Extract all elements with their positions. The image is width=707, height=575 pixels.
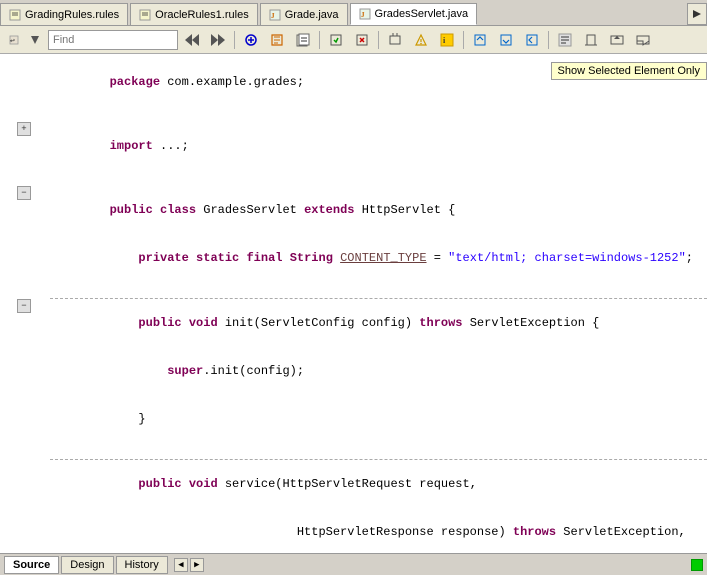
toolbar-btn7[interactable]: [409, 29, 433, 51]
status-tab-design[interactable]: Design: [61, 556, 113, 574]
sep5: [548, 31, 549, 49]
toolbar-btn1[interactable]: [239, 29, 263, 51]
code-line-import: + import ...;: [0, 122, 707, 170]
code-line-empty3: [0, 282, 707, 298]
status-bar: Source Design History ◀ ▶: [0, 553, 707, 575]
toolbar-btn2[interactable]: [265, 29, 289, 51]
code-line-class: − public class GradesServlet extends Htt…: [0, 186, 707, 234]
toolbar-back-btn[interactable]: ↩: [4, 29, 24, 51]
toolbar-btn13[interactable]: [579, 29, 603, 51]
status-tab-source[interactable]: Source: [4, 556, 59, 574]
search-box: [48, 30, 178, 50]
status-tab-source-label: Source: [13, 559, 50, 571]
tooltip-show-selected: Show Selected Element Only: [551, 62, 707, 80]
toolbar-btn5[interactable]: [350, 29, 374, 51]
status-scroll: ◀ ▶: [174, 558, 204, 572]
nav-prev-btn[interactable]: [180, 29, 204, 51]
line-content-e3: [50, 282, 707, 298]
toolbar-btn8[interactable]: i: [435, 29, 459, 51]
line-content-class: public class GradesServlet extends HttpS…: [50, 186, 707, 234]
line-content-init: public void init(ServletConfig config) t…: [50, 299, 707, 347]
line-content-e4: [50, 443, 707, 459]
green-indicator: [691, 559, 703, 571]
svg-text:J: J: [271, 12, 275, 20]
rules-icon: [9, 9, 21, 21]
class-fold-btn[interactable]: −: [17, 186, 31, 200]
status-tab-history-label: History: [125, 559, 159, 571]
svg-text:↩: ↩: [10, 37, 15, 45]
sep2: [319, 31, 320, 49]
gutter-init: −: [0, 299, 50, 313]
java-icon: J: [269, 9, 281, 21]
code-line-empty1: [0, 106, 707, 122]
java-icon2: J: [359, 8, 371, 20]
rules-icon2: [139, 9, 151, 21]
tab-oraclerules[interactable]: OracleRules1.rules: [130, 3, 258, 25]
tab-gradingrules[interactable]: GradingRules.rules: [0, 3, 128, 25]
toolbar-dropdown-btn[interactable]: [26, 29, 44, 51]
code-area: Show Selected Element Only package com.e…: [0, 54, 707, 553]
code-line-empty2: [0, 170, 707, 186]
scroll-left-btn[interactable]: ◀: [174, 558, 188, 572]
tab-grade[interactable]: J Grade.java: [260, 3, 348, 25]
line-content-service1: public void service(HttpServletRequest r…: [50, 460, 707, 508]
tab-gradesservlet[interactable]: J GradesServlet.java: [350, 3, 478, 25]
toolbar-btn12[interactable]: [553, 29, 577, 51]
code-content: Show Selected Element Only package com.e…: [0, 54, 707, 553]
line-content-import: import ...;: [50, 122, 707, 170]
line-content-super: super.init(config);: [50, 347, 707, 395]
status-tab-design-label: Design: [70, 559, 104, 571]
sep4: [463, 31, 464, 49]
status-right: [691, 559, 703, 571]
tab-oraclerules-label: OracleRules1.rules: [155, 9, 249, 21]
code-line-super: super.init(config);: [0, 347, 707, 395]
line-content-e1: [50, 106, 707, 122]
sep3: [378, 31, 379, 49]
svg-text:J: J: [361, 11, 365, 19]
code-line-field: private static final String CONTENT_TYPE…: [0, 234, 707, 282]
tab-scroll-right[interactable]: [687, 3, 707, 25]
line-content-e2: [50, 170, 707, 186]
toolbar-btn15[interactable]: [631, 29, 655, 51]
init-fold-btn[interactable]: −: [17, 299, 31, 313]
toolbar-btn4[interactable]: [324, 29, 348, 51]
sep1: [234, 31, 235, 49]
scroll-right-btn[interactable]: ▶: [190, 558, 204, 572]
toolbar-btn6[interactable]: [383, 29, 407, 51]
tab-grade-label: Grade.java: [285, 9, 339, 21]
toolbar-btn3[interactable]: [291, 29, 315, 51]
toolbar-btn11[interactable]: [520, 29, 544, 51]
code-line-empty4: [0, 443, 707, 459]
tab-gradingrules-label: GradingRules.rules: [25, 9, 119, 21]
line-content-init-close: }: [50, 395, 707, 443]
nav-next-btn[interactable]: [206, 29, 230, 51]
tab-bar: GradingRules.rules OracleRules1.rules J …: [0, 0, 707, 26]
code-line-service2: HttpServletResponse response) throws Ser…: [0, 508, 707, 553]
code-line-init-close: }: [0, 395, 707, 443]
toolbar: ↩ i: [0, 26, 707, 54]
gutter-class: −: [0, 186, 50, 200]
toolbar-btn14[interactable]: [605, 29, 629, 51]
toolbar-btn9[interactable]: [468, 29, 492, 51]
tab-gradesservlet-label: GradesServlet.java: [375, 8, 469, 20]
search-input[interactable]: [53, 34, 173, 46]
import-fold-btn[interactable]: +: [17, 122, 31, 136]
code-line-init: − public void init(ServletConfig config)…: [0, 299, 707, 347]
status-tab-history[interactable]: History: [116, 556, 168, 574]
toolbar-btn10[interactable]: [494, 29, 518, 51]
line-content-field: private static final String CONTENT_TYPE…: [50, 234, 707, 282]
line-content-service2: HttpServletResponse response) throws Ser…: [50, 508, 707, 553]
tooltip-text: Show Selected Element Only: [558, 65, 700, 77]
code-line-service1: public void service(HttpServletRequest r…: [0, 460, 707, 508]
gutter-import: +: [0, 122, 50, 136]
